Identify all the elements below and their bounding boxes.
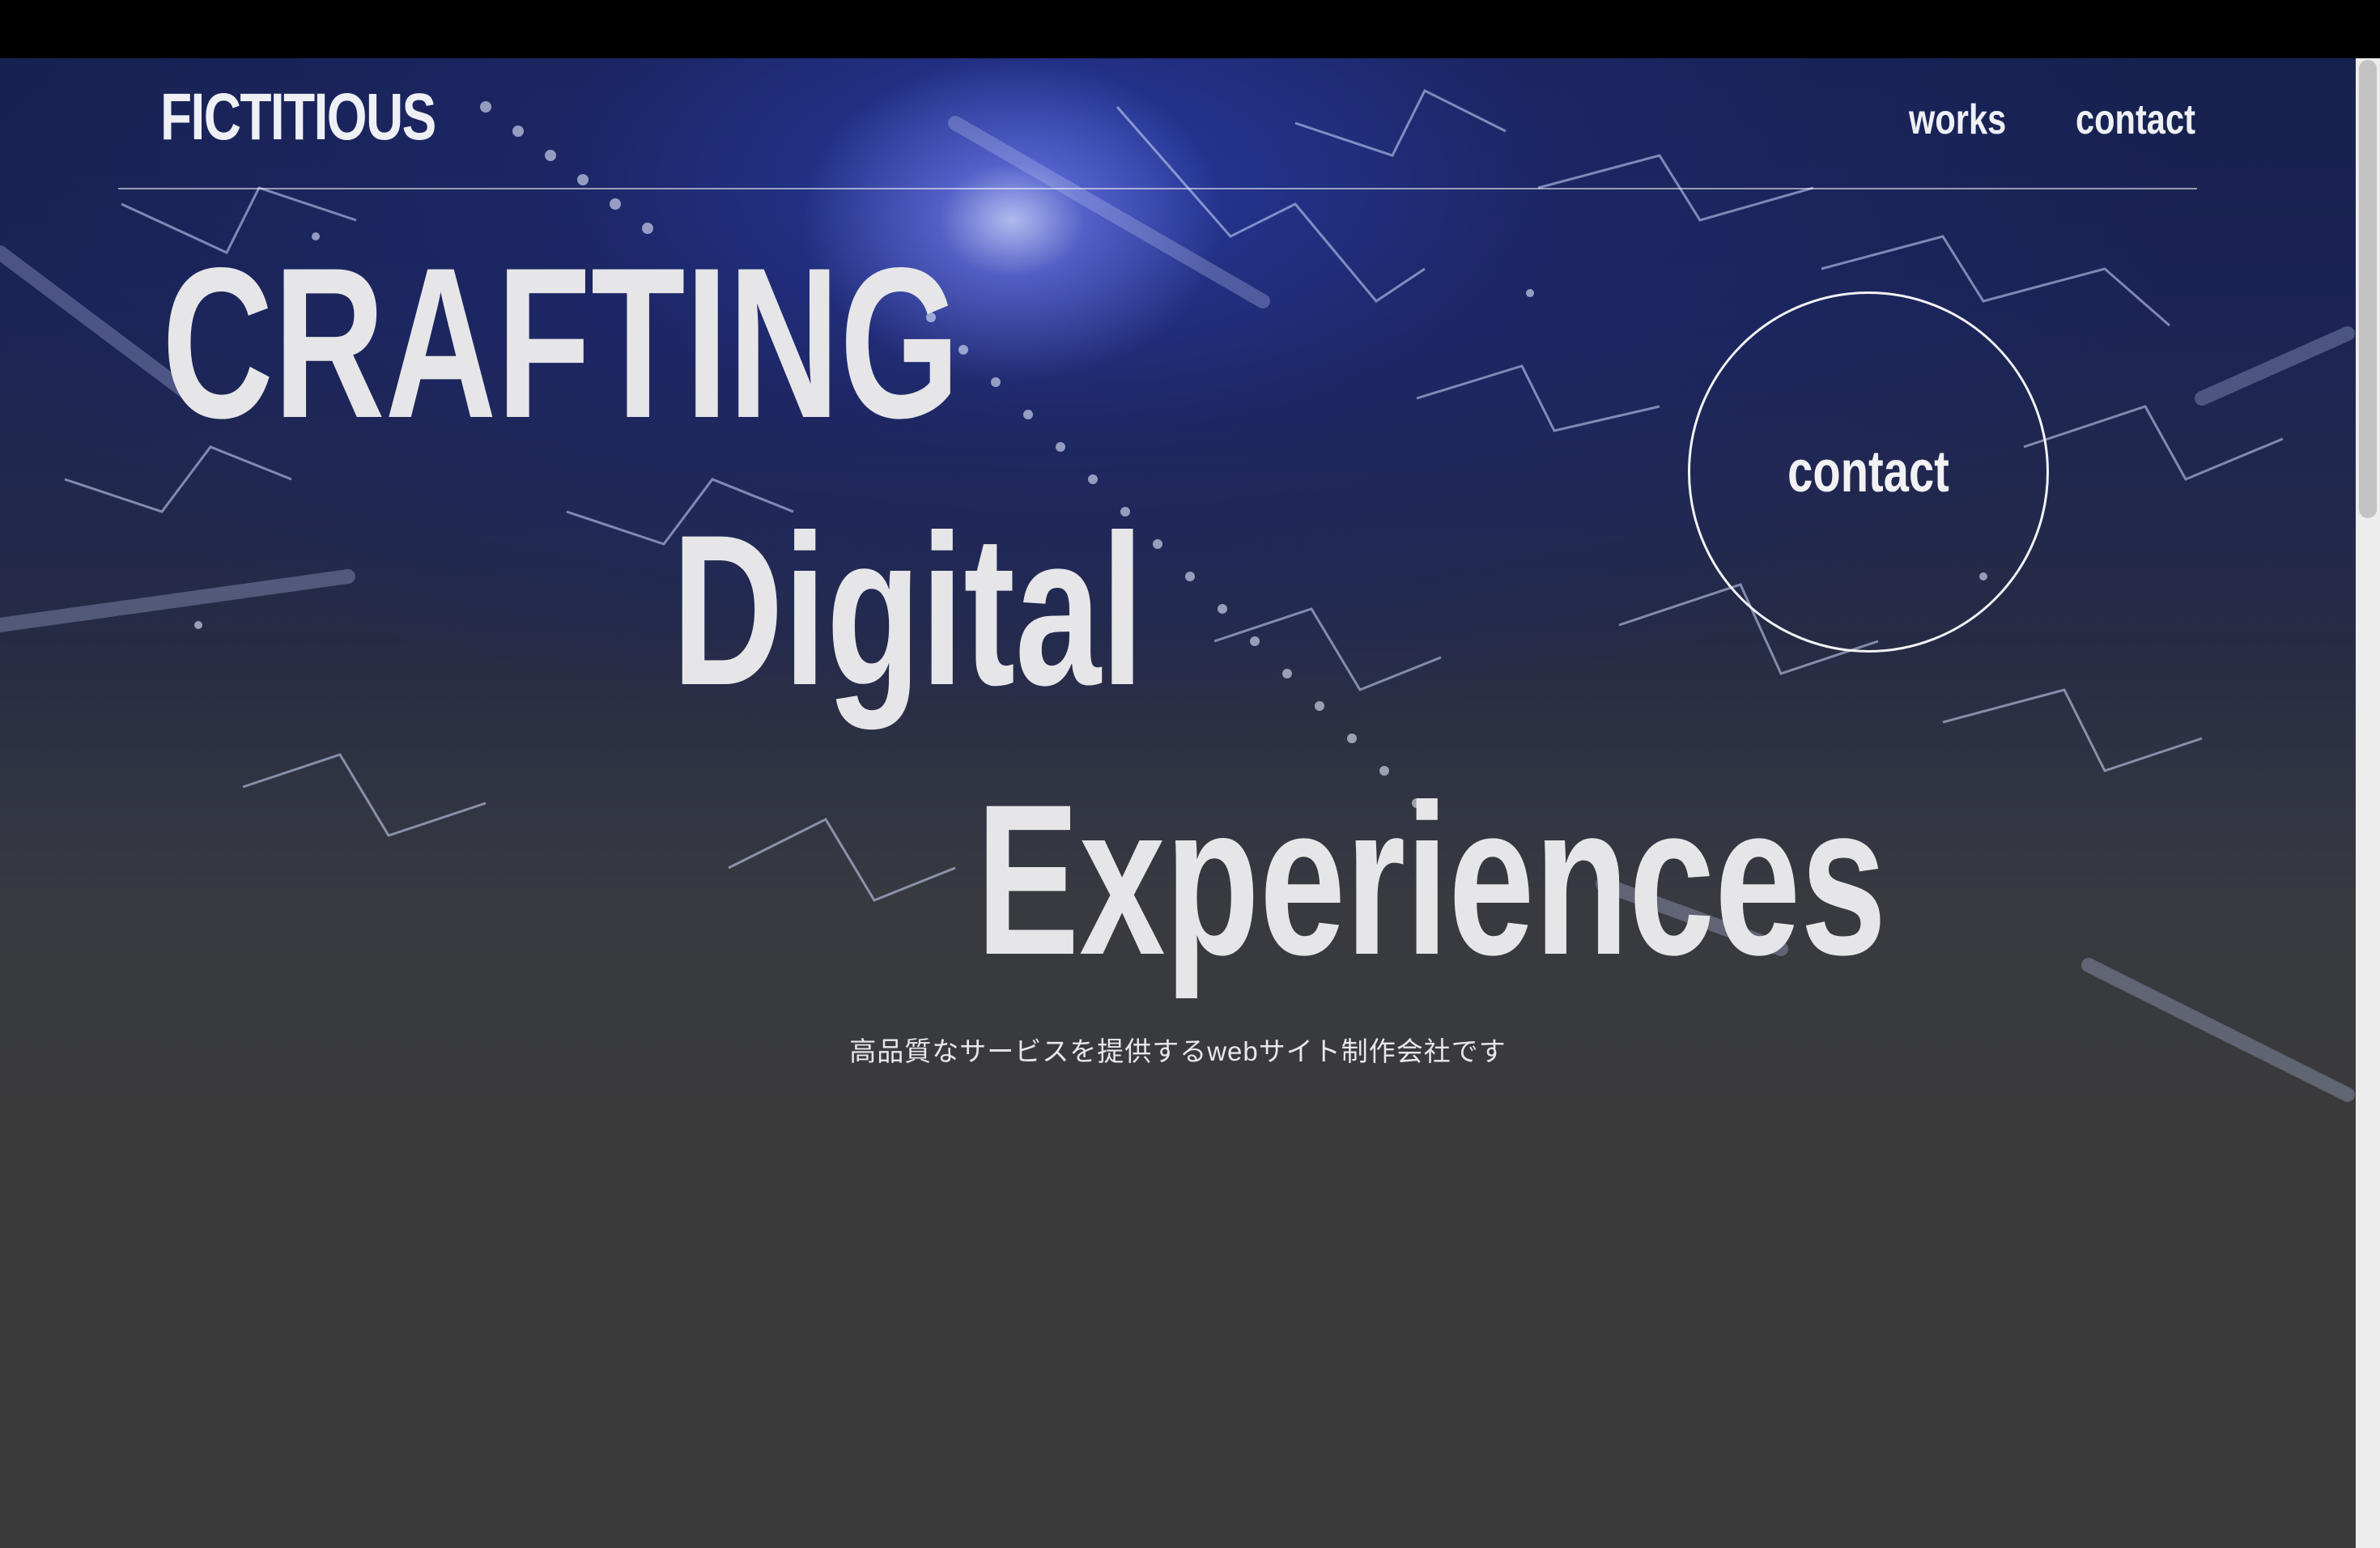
scrollbar-thumb[interactable]	[2359, 60, 2377, 518]
contact-circle-label: contact	[1787, 440, 1949, 504]
header-divider	[118, 188, 2197, 189]
hero-tagline: 高品質なサービスを提供するwebサイト制作会社です	[849, 1036, 1507, 1066]
hero-headline-line-2: Digital	[672, 491, 1145, 730]
hero-headline-line-1: CRAFTING	[162, 223, 960, 463]
hero-headline-line-3: Experiences	[976, 760, 1887, 1000]
site-logo[interactable]: FICTITIOUS	[160, 79, 436, 155]
nav-works[interactable]: works	[1909, 96, 2006, 144]
browser-top-bar	[0, 0, 2380, 58]
nav-contact[interactable]: contact	[2076, 96, 2195, 144]
contact-circle-button[interactable]: contact	[1688, 291, 2049, 653]
